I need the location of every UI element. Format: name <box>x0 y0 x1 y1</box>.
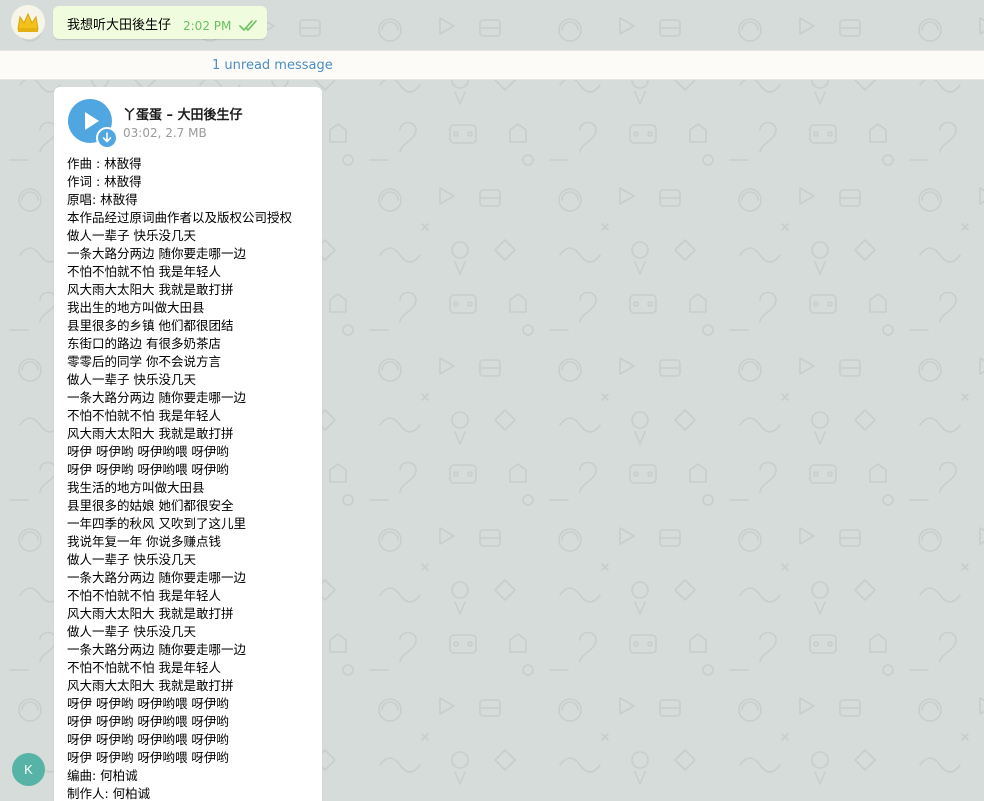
lyric-line: 风大雨大太阳大 我就是敢打拼 <box>67 426 234 441</box>
message-time: 2:02 PM <box>183 19 232 33</box>
audio-meta: 03:02, 2.7 MB <box>123 126 207 140</box>
lyric-line: 东街口的路边 有很多奶茶店 <box>67 336 221 351</box>
lyric-line: 一年四季的秋风 又吹到了这儿里 <box>67 516 246 531</box>
lyric-line: 一条大路分两边 随你要走哪一边 <box>67 570 246 585</box>
lyric-line: 作曲 : 林敔得 <box>67 156 142 171</box>
lyric-line: 呀伊 呀伊哟 呀伊哟喂 呀伊哟 <box>67 444 229 459</box>
lyric-line: 作词 : 林敔得 <box>67 174 142 189</box>
lyric-line: 一条大路分两边 随你要走哪一边 <box>67 390 246 405</box>
lyric-line: 呀伊 呀伊哟 呀伊哟喂 呀伊哟 <box>67 714 229 729</box>
download-arrow-icon <box>102 132 112 143</box>
lyric-line: 一条大路分两边 随你要走哪一边 <box>67 642 246 657</box>
lyric-line: 我说年复一年 你说多赚点钱 <box>67 534 221 549</box>
outgoing-message-bubble[interactable]: 我想听大田後生仔 2:02 PM <box>53 6 267 39</box>
lyric-line: 县里很多的姑娘 她们都很安全 <box>67 498 234 513</box>
double-check-icon <box>239 20 257 31</box>
lyric-line: 我出生的地方叫做大田县 <box>67 300 205 315</box>
lyric-line: 呀伊 呀伊哟 呀伊哟喂 呀伊哟 <box>67 750 229 765</box>
lyric-line: 零零后的同学 你不会说方言 <box>67 354 221 369</box>
lyric-line: 不怕不怕就不怕 我是年轻人 <box>67 408 221 423</box>
lyric-line: 本作品经过原词曲作者以及版权公司授权 <box>67 210 293 225</box>
download-button[interactable] <box>96 127 118 149</box>
lyric-line: 我生活的地方叫做大田县 <box>67 480 205 495</box>
lyric-line: 做人一辈子 快乐没几天 <box>67 552 196 567</box>
lyric-line: 编曲: 何柏诚 <box>67 768 138 783</box>
lyrics-caption: 作曲 : 林敔得 作词 : 林敔得 原唱: 林敔得 本作品经过原词曲作者以及版权… <box>67 155 292 801</box>
unread-label: 1 unread message <box>212 58 333 73</box>
lyric-line: 风大雨大太阳大 我就是敢打拼 <box>67 678 234 693</box>
incoming-audio-message[interactable]: 丫蛋蛋 – 大田後生仔 03:02, 2.7 MB 作曲 : 林敔得 作词 : … <box>54 87 322 801</box>
lyric-line: 原唱: 林敔得 <box>67 192 138 207</box>
unread-messages-divider: 1 unread message <box>0 50 984 80</box>
audio-title: 丫蛋蛋 – 大田後生仔 <box>123 108 243 123</box>
my-avatar[interactable] <box>11 5 45 39</box>
lyric-line: 呀伊 呀伊哟 呀伊哟喂 呀伊哟 <box>67 696 229 711</box>
lyric-line: 不怕不怕就不怕 我是年轻人 <box>67 588 221 603</box>
crown-icon <box>11 5 45 39</box>
lyric-line: 做人一辈子 快乐没几天 <box>67 372 196 387</box>
sender-avatar[interactable]: K <box>12 753 45 786</box>
lyric-line: 县里很多的乡镇 他们都很团结 <box>67 318 234 333</box>
lyric-line: 不怕不怕就不怕 我是年轻人 <box>67 660 221 675</box>
lyric-line: 做人一辈子 快乐没几天 <box>67 624 196 639</box>
lyric-line: 一条大路分两边 随你要走哪一边 <box>67 246 246 261</box>
chat-background: 我想听大田後生仔 2:02 PM 1 unread message 丫蛋蛋 – … <box>0 0 984 801</box>
lyric-line: 呀伊 呀伊哟 呀伊哟喂 呀伊哟 <box>67 732 229 747</box>
lyric-line: 风大雨大太阳大 我就是敢打拼 <box>67 606 234 621</box>
lyric-line: 不怕不怕就不怕 我是年轻人 <box>67 264 221 279</box>
lyric-line: 做人一辈子 快乐没几天 <box>67 228 196 243</box>
lyric-line: 呀伊 呀伊哟 呀伊哟喂 呀伊哟 <box>67 462 229 477</box>
lyric-line: 风大雨大太阳大 我就是敢打拼 <box>67 282 234 297</box>
lyric-line: 制作人: 何柏诚 <box>67 786 151 801</box>
message-text: 我想听大田後生仔 <box>67 18 172 33</box>
